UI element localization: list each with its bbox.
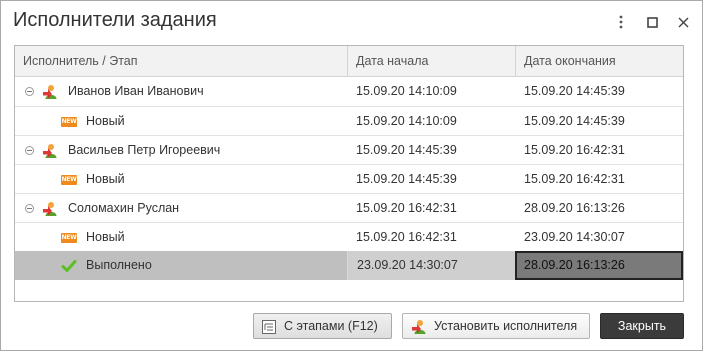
end-date-cell: 28.09.20 16:13:26 xyxy=(524,201,625,215)
assign-performer-label: Установить исполнителя xyxy=(434,319,578,333)
collapse-toggle-icon[interactable] xyxy=(25,87,34,96)
with-stages-label: С этапами (F12) xyxy=(284,319,378,333)
dialog-window: Исполнители задания Исполнитель / Этап Д… xyxy=(0,0,703,351)
performers-table[interactable]: Исполнитель / Этап Дата начала Дата окон… xyxy=(14,45,684,302)
stage-name: Новый xyxy=(86,114,125,128)
column-header-performer[interactable]: Исполнитель / Этап xyxy=(15,46,347,77)
new-badge-icon: NEW xyxy=(61,175,77,185)
performer-name: Васильев Петр Игореевич xyxy=(68,143,221,157)
start-date-cell: 15.09.20 14:10:09 xyxy=(356,84,457,98)
stage-cell: NEW Новый xyxy=(15,107,347,136)
performer-icon xyxy=(412,320,426,334)
performer-icon xyxy=(43,144,57,158)
table-row-selected[interactable]: Выполнено 23.09.20 14:30:07 28.09.20 16:… xyxy=(15,251,683,280)
stage-cell: Выполнено xyxy=(15,251,347,280)
end-date-cell: 15.09.20 14:45:39 xyxy=(524,114,625,128)
stage-name: Новый xyxy=(86,172,125,186)
performer-cell: Иванов Иван Иванович xyxy=(15,77,347,106)
start-date-cell: 15.09.20 14:45:39 xyxy=(356,143,457,157)
assign-performer-button[interactable]: Установить исполнителя xyxy=(402,313,590,339)
table-row[interactable]: NEW Новый 15.09.20 14:45:39 15.09.20 16:… xyxy=(15,164,683,193)
with-stages-button[interactable]: С этапами (F12) xyxy=(253,313,392,339)
start-date-cell: 15.09.20 14:10:09 xyxy=(356,114,457,128)
start-date-cell: 15.09.20 16:42:31 xyxy=(356,201,457,215)
performer-name: Иванов Иван Иванович xyxy=(68,84,204,98)
stage-name: Выполнено xyxy=(86,258,152,272)
table-row[interactable]: NEW Новый 15.09.20 14:10:09 15.09.20 14:… xyxy=(15,106,683,135)
title-bar: Исполнители задания xyxy=(1,1,702,43)
table-header: Исполнитель / Этап Дата начала Дата окон… xyxy=(15,46,683,77)
stage-name: Новый xyxy=(86,230,125,244)
close-button-label: Закрыть xyxy=(617,319,667,333)
stage-cell: NEW Новый xyxy=(15,223,347,252)
end-date-cell: 23.09.20 14:30:07 xyxy=(524,230,625,244)
check-icon xyxy=(61,260,77,272)
start-date-cell: 15.09.20 14:45:39 xyxy=(356,172,457,186)
start-date-cell: 15.09.20 16:42:31 xyxy=(356,230,457,244)
table-row[interactable]: NEW Новый 15.09.20 16:42:31 23.09.20 14:… xyxy=(15,222,683,251)
end-date-cell: 15.09.20 16:42:31 xyxy=(524,143,625,157)
end-date-cell-focused[interactable]: 28.09.20 16:13:26 xyxy=(515,251,683,280)
column-header-start-date[interactable]: Дата начала xyxy=(347,46,515,77)
end-date-cell: 15.09.20 16:42:31 xyxy=(524,172,625,186)
close-button[interactable]: Закрыть xyxy=(600,313,684,339)
performer-icon xyxy=(43,202,57,216)
new-badge-icon: NEW xyxy=(61,233,77,243)
close-icon[interactable] xyxy=(673,12,693,32)
table-row[interactable]: Соломахин Руслан 15.09.20 16:42:31 28.09… xyxy=(15,193,683,222)
new-badge-icon: NEW xyxy=(61,117,77,127)
maximize-icon[interactable] xyxy=(642,12,662,32)
stage-cell: NEW Новый xyxy=(15,165,347,194)
end-date-cell: 15.09.20 14:45:39 xyxy=(524,84,625,98)
performer-name: Соломахин Руслан xyxy=(68,201,180,215)
performer-icon xyxy=(43,85,57,99)
performer-cell: Соломахин Руслан xyxy=(15,194,347,223)
list-tree-icon xyxy=(262,320,276,334)
dialog-title: Исполнители задания xyxy=(13,9,217,31)
column-header-end-date[interactable]: Дата окончания xyxy=(515,46,683,77)
collapse-toggle-icon[interactable] xyxy=(25,204,34,213)
more-menu-icon[interactable] xyxy=(611,12,631,32)
start-date-cell: 23.09.20 14:30:07 xyxy=(347,251,515,280)
performer-cell: Васильев Петр Игореевич xyxy=(15,136,347,165)
table-row[interactable]: Иванов Иван Иванович 15.09.20 14:10:09 1… xyxy=(15,77,683,106)
table-row[interactable]: Васильев Петр Игореевич 15.09.20 14:45:3… xyxy=(15,135,683,164)
collapse-toggle-icon[interactable] xyxy=(25,146,34,155)
